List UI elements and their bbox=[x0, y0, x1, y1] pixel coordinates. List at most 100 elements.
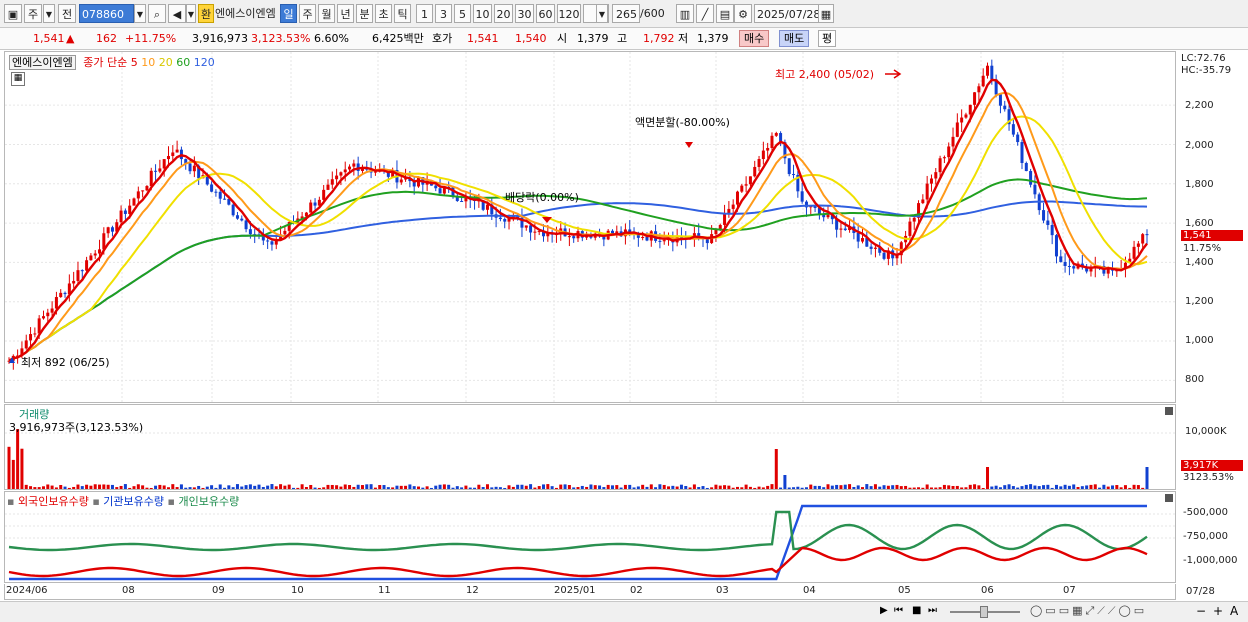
tab-month[interactable]: 월 bbox=[318, 4, 335, 23]
forward-icon[interactable]: ⏭ bbox=[928, 605, 937, 616]
interval-5[interactable]: 5 bbox=[454, 4, 471, 23]
custom-interval-dropdown-icon[interactable]: ▼ bbox=[596, 4, 608, 23]
speaker-icon[interactable]: ◀ bbox=[168, 4, 186, 23]
candle-body bbox=[1132, 246, 1136, 259]
font-size-icon[interactable]: A bbox=[1230, 604, 1238, 618]
candle-body bbox=[41, 316, 45, 319]
currency-button[interactable]: 환 bbox=[198, 4, 214, 23]
tab-minute[interactable]: 분 bbox=[356, 4, 373, 23]
volume-bar bbox=[580, 485, 584, 489]
gear-icon[interactable]: ⚙ bbox=[734, 4, 752, 23]
interval-1[interactable]: 1 bbox=[416, 4, 433, 23]
candle-body bbox=[572, 236, 576, 239]
volume-bar bbox=[692, 484, 696, 489]
search-icon[interactable]: ⌕ bbox=[148, 4, 166, 23]
x-label: 08 bbox=[122, 585, 135, 596]
volume-bar bbox=[417, 486, 421, 489]
volume-bar bbox=[1136, 485, 1140, 489]
volume-bar bbox=[468, 487, 472, 489]
volume-bar bbox=[98, 484, 102, 489]
interval-20[interactable]: 20 bbox=[494, 4, 513, 23]
interval-10[interactable]: 10 bbox=[473, 4, 492, 23]
chart-type-icon[interactable]: ▥ bbox=[676, 4, 694, 23]
main-toggle[interactable]: 주 bbox=[24, 4, 42, 23]
candle-body bbox=[322, 189, 326, 200]
close-icon[interactable] bbox=[1165, 494, 1173, 502]
buy-button[interactable]: 매수 bbox=[739, 30, 770, 47]
volume-bar bbox=[1106, 486, 1110, 489]
volume-y-label: 10,000K bbox=[1185, 426, 1227, 437]
volume-bar bbox=[973, 484, 977, 489]
calendar-icon[interactable]: ▦ bbox=[818, 4, 834, 23]
main-dropdown-icon[interactable]: ▼ bbox=[43, 4, 55, 23]
price-chart[interactable] bbox=[5, 52, 1175, 402]
rewind-icon[interactable]: ⏮ bbox=[894, 605, 903, 616]
table-toggle-icon[interactable]: ▦ bbox=[11, 72, 25, 86]
window-menu-icon[interactable]: ▣ bbox=[4, 4, 22, 23]
candle-body bbox=[63, 292, 67, 295]
volume-chart[interactable] bbox=[5, 405, 1175, 489]
candle-body bbox=[1016, 134, 1020, 143]
volume-bar bbox=[494, 486, 498, 489]
volume-bar bbox=[29, 486, 33, 489]
volume-bar bbox=[671, 485, 675, 489]
prev-toggle[interactable]: 전 bbox=[58, 4, 76, 23]
stock-name-legend[interactable]: 엔에스이엔엠 bbox=[9, 55, 76, 70]
tab-second[interactable]: 초 bbox=[375, 4, 392, 23]
date-input[interactable]: 2025/07/28 bbox=[754, 4, 820, 23]
volume-bar bbox=[744, 484, 748, 489]
interval-120[interactable]: 120 bbox=[557, 4, 581, 23]
volume-bar bbox=[563, 484, 567, 489]
trade-amount: 6,425백만 bbox=[372, 32, 424, 45]
volume-bar bbox=[585, 486, 589, 489]
tab-tick[interactable]: 틱 bbox=[394, 4, 411, 23]
zoom-slider-handle[interactable] bbox=[980, 606, 988, 618]
volume-bar bbox=[1119, 487, 1123, 489]
ma120-legend: 120 bbox=[193, 56, 215, 69]
volume-bar bbox=[554, 487, 558, 489]
volume-bar bbox=[507, 485, 511, 489]
draw-tool-icon[interactable]: ╱ bbox=[696, 4, 714, 23]
eval-button[interactable]: 평 bbox=[818, 30, 837, 47]
volume-bar bbox=[649, 484, 653, 489]
x-label: 06 bbox=[981, 585, 994, 596]
stop-icon[interactable]: ■ bbox=[912, 605, 921, 616]
stock-code-input[interactable]: 078860 bbox=[79, 4, 134, 23]
x-label: 09 bbox=[212, 585, 225, 596]
volume-bar bbox=[33, 487, 37, 489]
candle-body bbox=[529, 225, 533, 233]
volume-bar bbox=[904, 485, 908, 489]
volume-bar bbox=[218, 484, 222, 489]
interval-60[interactable]: 60 bbox=[536, 4, 555, 23]
tab-week[interactable]: 주 bbox=[299, 4, 316, 23]
zoom-in-icon[interactable]: + bbox=[1213, 604, 1223, 618]
save-icon[interactable]: ▤ bbox=[716, 4, 734, 23]
volume-bar bbox=[304, 487, 308, 489]
interval-3[interactable]: 3 bbox=[435, 4, 452, 23]
tab-year[interactable]: 년 bbox=[337, 4, 354, 23]
zoom-out-icon[interactable]: − bbox=[1196, 604, 1206, 618]
volume-bar bbox=[1016, 487, 1020, 489]
candle-body bbox=[744, 184, 748, 186]
candle-body bbox=[33, 333, 37, 335]
interval-30[interactable]: 30 bbox=[515, 4, 534, 23]
candle-body bbox=[998, 94, 1002, 106]
volume-bar bbox=[1029, 484, 1033, 489]
close-icon[interactable] bbox=[1165, 407, 1173, 415]
tab-day[interactable]: 일 bbox=[280, 4, 297, 23]
candle-body bbox=[110, 227, 114, 232]
code-dropdown-icon[interactable]: ▼ bbox=[134, 4, 146, 23]
speaker-dropdown-icon[interactable]: ▼ bbox=[186, 4, 196, 23]
count-input[interactable]: 265 bbox=[612, 4, 640, 23]
volume-bar bbox=[154, 485, 158, 489]
sell-button[interactable]: 매도 bbox=[779, 30, 810, 47]
bid-price: 1,540 bbox=[515, 32, 547, 45]
ma10-legend: 10 bbox=[141, 56, 156, 69]
volume-bar bbox=[1128, 487, 1132, 489]
volume-bar bbox=[792, 487, 796, 489]
volume-bar bbox=[921, 487, 925, 489]
x-axis: 2024/06 08 09 10 11 12 2025/01 02 03 04 … bbox=[4, 584, 1176, 600]
scroll-right-icon[interactable]: ▶ bbox=[880, 605, 888, 616]
volume-bar bbox=[421, 487, 425, 489]
drawing-tools-icon[interactable]: ◯▭▭▦⤢⟋⟋◯▭ bbox=[1030, 604, 1147, 618]
